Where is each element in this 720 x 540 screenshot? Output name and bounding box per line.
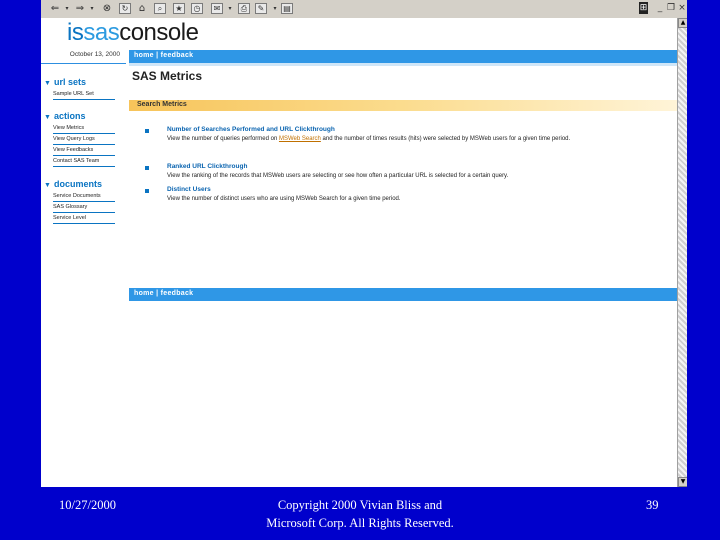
bullet-icon [145, 166, 149, 170]
minimize-icon[interactable]: _ [655, 2, 665, 14]
print-icon[interactable]: ⎙ [238, 3, 250, 14]
refresh-icon[interactable]: ↻ [119, 3, 131, 14]
sidebar-section-url-sets[interactable]: ▼ url sets [44, 77, 86, 87]
web-page: issasconsole October 13, 2000 home | fee… [41, 18, 677, 487]
sidebar-section-documents[interactable]: ▼ documents [44, 179, 102, 189]
footer-date: 10/27/2000 [59, 498, 116, 512]
metric-link-ranked-url[interactable]: Ranked URL Clickthrough [167, 163, 247, 170]
slide-number: 39 [646, 498, 659, 512]
top-nav-bar: home | feedback [129, 50, 677, 63]
metric-link-searches-clickthrough[interactable]: Number of Searches Performed and URL Cli… [167, 126, 335, 133]
stop-icon[interactable]: ⊗ [101, 3, 113, 14]
mail-dropdown-icon[interactable]: ▾ [224, 3, 236, 14]
restore-icon[interactable]: ❐ [666, 2, 676, 14]
bullet-icon [145, 189, 149, 193]
home-icon[interactable]: ⌂ [136, 3, 148, 14]
edit-icon[interactable]: ✎ [255, 3, 267, 14]
forward-dropdown-icon[interactable]: ▾ [86, 3, 98, 14]
date-bar: October 13, 2000 [41, 50, 126, 64]
sidebar-item-view-metrics[interactable]: View Metrics [53, 124, 115, 134]
mail-icon[interactable]: ✉ [211, 3, 223, 14]
bottom-nav-links[interactable]: home | feedback [134, 290, 193, 297]
close-icon[interactable]: × [677, 2, 687, 14]
sidebar-item-sas-glossary[interactable]: SAS Glossary [53, 203, 115, 213]
chevron-down-icon: ▼ [44, 114, 51, 121]
chevron-down-icon: ▼ [44, 182, 51, 189]
scroll-up-icon[interactable]: ▲ [678, 18, 687, 28]
back-icon[interactable]: ⇐ [49, 3, 61, 14]
issas-console-logo[interactable]: issasconsole [67, 21, 199, 45]
metric-description: View the ranking of the records that MSW… [167, 173, 509, 179]
browser-toolbar: ⇐ ▾ ⇒ ▾ ⊗ ↻ ⌂ ⌕ ★ ◷ ✉ ▾ ⎙ ✎ ▾ ▤ ⊞ _ ❐ × [41, 0, 687, 19]
sidebar-item-view-query-logs[interactable]: View Query Logs [53, 135, 115, 145]
scroll-down-icon[interactable]: ▼ [678, 477, 687, 487]
vertical-scrollbar[interactable]: ▲ ▼ [677, 18, 687, 487]
top-nav-links[interactable]: home | feedback [134, 52, 193, 59]
sidebar-item-service-documents[interactable]: Service Documents [53, 192, 115, 202]
section-header-label: Search Metrics [137, 101, 187, 108]
current-date: October 13, 2000 [69, 51, 120, 58]
forward-icon[interactable]: ⇒ [74, 3, 86, 14]
search-icon[interactable]: ⌕ [154, 3, 166, 14]
edit-dropdown-icon[interactable]: ▾ [269, 3, 281, 14]
metric-link-distinct-users[interactable]: Distinct Users [167, 186, 211, 193]
sidebar-item-service-level[interactable]: Service Level [53, 214, 115, 224]
section-header: Search Metrics [129, 100, 677, 111]
bottom-nav-bar: home | feedback [129, 288, 677, 301]
sidebar-item-view-feedbacks[interactable]: View Feedbacks [53, 146, 115, 156]
discuss-icon[interactable]: ▤ [281, 3, 293, 14]
favorites-icon[interactable]: ★ [173, 3, 185, 14]
metric-description: View the number of distinct users who ar… [167, 196, 401, 202]
nav-shadow-strip [129, 63, 677, 66]
sidebar-item-sample-url-set[interactable]: Sample URL Set [53, 90, 115, 100]
sidebar-item-contact-sas-team[interactable]: Contact SAS Team [53, 157, 115, 167]
metric-description: View the number of queries performed on … [167, 136, 571, 142]
footer-copyright: Copyright 2000 Vivian Bliss and Microsof… [266, 498, 454, 530]
chevron-down-icon: ▼ [44, 80, 51, 87]
msweb-search-link[interactable]: MSWeb Search [279, 136, 321, 142]
back-dropdown-icon[interactable]: ▾ [61, 3, 73, 14]
sidebar-section-actions[interactable]: ▼ actions [44, 111, 86, 121]
page-title: SAS Metrics [132, 69, 203, 83]
browser-screenshot: ⇐ ▾ ⇒ ▾ ⊗ ↻ ⌂ ⌕ ★ ◷ ✉ ▾ ⎙ ✎ ▾ ▤ ⊞ _ ❐ × … [41, 0, 687, 487]
bullet-icon [145, 129, 149, 133]
history-icon[interactable]: ◷ [191, 3, 203, 14]
windows-logo-icon: ⊞ [639, 2, 648, 14]
